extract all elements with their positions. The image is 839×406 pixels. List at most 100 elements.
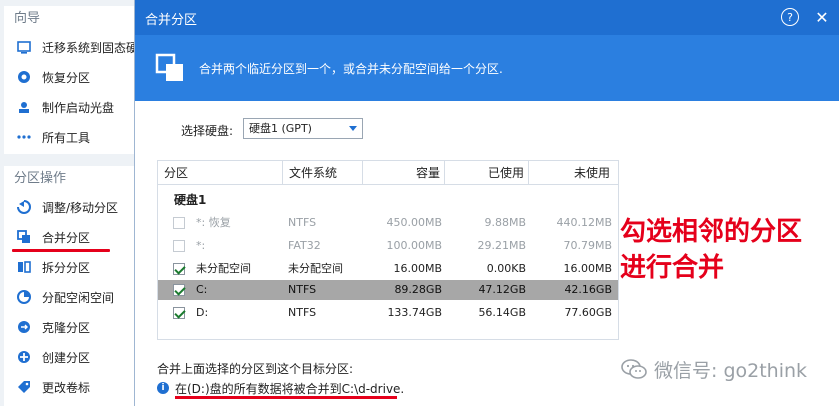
table-row[interactable]: 未分配空间 未分配空间 16.00MB 0.00KB 16.00MB [158,259,618,279]
create-icon [16,349,32,365]
wizard-title: 向导 [14,11,41,26]
sidebar-item-resize[interactable]: 调整/移动分区 [4,192,140,222]
sidebar-item-label: 调整/移动分区 [42,200,119,215]
merge-target-label: 合并上面选择的分区到这个目标分区: [157,362,354,376]
cell-partition: D: [196,306,209,319]
sidebar-item-label: 合并分区 [42,230,91,245]
row-checkbox[interactable] [173,284,185,296]
sidebar-item-label: 创建分区 [42,350,91,365]
disk-group-label: 硬盘1 [174,193,207,207]
partition-ops-panel: 分区操作 调整/移动分区 合并分区 拆分分区 分配空闲空间 克隆分区 创建分区 … [4,166,140,406]
info-icon: i [157,382,169,394]
cell-used: 56.14GB [478,306,526,319]
sidebar-item-change-label[interactable]: 更改卷标 [4,372,140,402]
row-checkbox[interactable] [173,240,185,252]
cell-free: 440.12MB [556,216,612,229]
sidebar-item-allocate[interactable]: 分配空闲空间 [4,282,140,312]
cell-filesystem: NTFS [288,283,317,296]
cell-free: 77.60GB [564,306,612,319]
col-used: 已使用 [444,161,528,185]
sidebar-item-label: 所有工具 [42,130,91,145]
cell-capacity: 450.00MB [386,216,442,229]
cell-capacity: 133.74GB [387,306,442,319]
wizard-panel: 向导 迁移系统到固态硬盘 恢复分区 制作启动光盘 所有工具 [4,6,140,154]
cell-used: 47.12GB [478,283,526,296]
wechat-icon [621,359,647,379]
annotation-line-1: 勾选相邻的分区 [620,217,803,247]
col-filesystem: 文件系统 [282,161,362,185]
sidebar-item-label: 更改卷标 [42,380,91,395]
label-icon [16,379,32,395]
cell-filesystem: 未分配空间 [288,262,343,275]
cell-partition: 未分配空间 [196,262,251,275]
cell-free: 16.00MB [563,262,612,275]
sidebar-item-clone[interactable]: 克隆分区 [4,312,140,342]
row-checkbox[interactable] [173,217,185,229]
sidebar-item-label: 迁移系统到固态硬盘 [42,40,140,55]
migrate-icon [16,39,32,55]
cell-partition: *: [196,239,206,252]
col-free: 未使用 [528,161,614,185]
annotation-line-2: 进行合并 [620,253,725,283]
partition-table: 分区 文件系统 容量 已使用 未使用 硬盘1 *: 恢复 NTFS 450.00… [157,160,619,340]
cell-partition: *: 恢复 [196,216,231,229]
sidebar-item-boot-disk[interactable]: 制作启动光盘 [4,92,140,122]
info-highlight-underline [175,396,397,399]
cell-filesystem: NTFS [288,216,317,229]
cell-capacity: 89.28GB [394,283,442,296]
wechat-watermark: 微信号: go2think [620,355,830,383]
sidebar: 向导 迁移系统到固态硬盘 恢复分区 制作启动光盘 所有工具 分区操作 调整/移动… [0,0,140,406]
sidebar-item-recover-partition[interactable]: 恢复分区 [4,62,140,92]
clone-icon [16,319,32,335]
sidebar-item-merge[interactable]: 合并分区 [4,222,140,252]
banner-description: 合并两个临近分区到一个，或合并未分配空间给一个分区. [199,62,503,76]
split-icon [16,259,32,275]
table-row[interactable]: *: FAT32 100.00MB 29.21MB 70.79MB [158,236,618,256]
cell-capacity: 16.00MB [393,262,442,275]
partition-ops-title: 分区操作 [14,171,67,186]
tools-icon [16,129,32,145]
disk-select[interactable]: 硬盘1 (GPT) [243,118,363,139]
col-partition: 分区 [164,166,189,180]
sidebar-item-label: 分配空闲空间 [42,290,115,305]
sidebar-item-migrate-os[interactable]: 迁移系统到固态硬盘 [4,32,140,62]
row-checkbox[interactable] [173,263,185,275]
cell-partition: C: [196,283,208,296]
merge-dialog: 合并分区 ? ✕ 合并两个临近分区到一个，或合并未分配空间给一个分区. 选择硬盘… [134,0,839,406]
merge-banner-icon [155,53,183,81]
recover-icon [16,69,32,85]
merge-info-text: 在(D:)盘的所有数据将被合并到C:\d-drive. [175,382,405,396]
merge-icon [16,229,32,245]
dialog-titlebar: 合并分区 ? ✕ [135,0,839,35]
sidebar-item-all-tools[interactable]: 所有工具 [4,122,140,152]
sidebar-item-split[interactable]: 拆分分区 [4,252,140,282]
disk-select-value: 硬盘1 (GPT) [249,122,312,135]
sidebar-item-create[interactable]: 创建分区 [4,342,140,372]
sidebar-item-label: 恢复分区 [42,70,91,85]
close-button[interactable]: ✕ [813,8,831,27]
col-capacity: 容量 [362,161,444,185]
cell-used: 9.88MB [484,216,526,229]
table-row[interactable]: *: 恢复 NTFS 450.00MB 9.88MB 440.12MB [158,213,618,233]
resize-icon [16,199,32,215]
cell-filesystem: FAT32 [288,239,321,252]
help-button[interactable]: ? [781,8,799,26]
sidebar-item-label: 克隆分区 [42,320,91,335]
red-annotation: 勾选相邻的分区 进行合并 [620,214,830,286]
watermark-text: 微信号: go2think [654,359,808,382]
cell-used: 29.21MB [477,239,526,252]
allocate-icon [16,289,32,305]
disk-select-label: 选择硬盘: [181,124,234,138]
table-header: 分区 文件系统 容量 已使用 未使用 [158,161,618,185]
table-row-selected[interactable]: C: NTFS 89.28GB 47.12GB 42.16GB [158,280,618,300]
cell-filesystem: NTFS [288,306,317,319]
bootdisk-icon [16,99,32,115]
merge-highlight-underline [12,249,110,252]
table-row[interactable]: D: NTFS 133.74GB 56.14GB 77.60GB [158,303,618,323]
chevron-down-icon [349,126,357,131]
dialog-banner: 合并两个临近分区到一个，或合并未分配空间给一个分区. [135,35,839,101]
cell-free: 70.79MB [563,239,612,252]
row-checkbox[interactable] [173,307,185,319]
cell-used: 0.00KB [486,262,526,275]
cell-free: 42.16GB [564,283,612,296]
